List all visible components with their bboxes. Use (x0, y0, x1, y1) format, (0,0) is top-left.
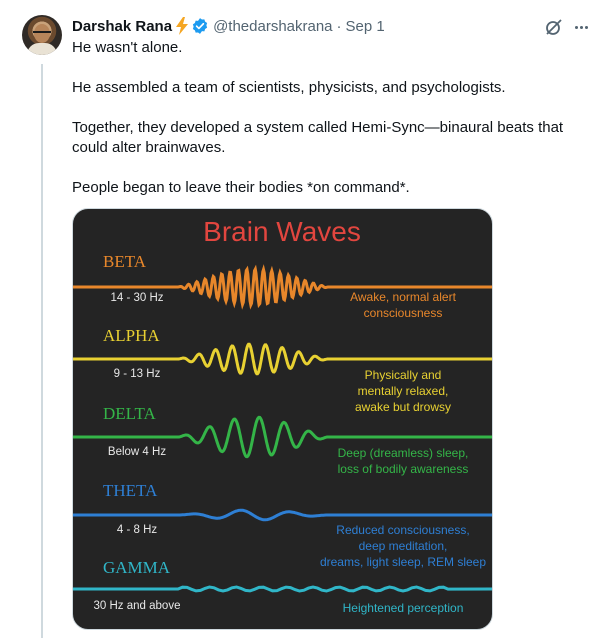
wave-name-alpha: ALPHA (103, 326, 160, 345)
wave-theta (73, 508, 492, 522)
wave-freq-alpha: 9 - 13 Hz (114, 368, 161, 380)
wave-desc-alpha: Physically and (365, 368, 442, 382)
wave-freq-delta: Below 4 Hz (108, 446, 166, 458)
wave-name-beta: BETA (103, 252, 147, 271)
wave-desc-beta: consciousness (364, 306, 443, 320)
tweet-text-line-1: He wasn't alone. (72, 39, 183, 56)
wave-desc-delta: Deep (dreamless) sleep, (338, 446, 469, 460)
grok-icon[interactable] (544, 17, 564, 37)
wave-desc-theta: deep meditation, (359, 539, 448, 553)
author-handle[interactable]: @thedarshakrana (213, 18, 332, 35)
wave-freq-beta: 14 - 30 Hz (110, 292, 163, 304)
wave-desc-theta: Reduced consciousness, (336, 523, 469, 537)
wave-name-delta: DELTA (103, 404, 157, 423)
tweet-date[interactable]: Sep 1 (346, 18, 385, 35)
more-icon[interactable] (571, 17, 591, 37)
tweet-text-line-3: Together, they developed a system called… (72, 119, 564, 156)
wave-name-theta: THETA (103, 481, 158, 500)
tweet-text-line-2: He assembled a team of scientists, physi… (72, 79, 506, 96)
avatar-shirt (27, 43, 57, 55)
wave-desc-delta: loss of bodily awareness (338, 462, 469, 476)
infographic-title: Brain Waves (203, 216, 361, 247)
tweet-header: Darshak Rana @thedarshakrana · Sep 1 (72, 16, 385, 36)
wave-desc-beta: Awake, normal alert (350, 290, 456, 304)
author-name[interactable]: Darshak Rana (72, 18, 172, 35)
wave-desc-gamma: Heightened perception (343, 601, 464, 615)
wave-freq-theta: 4 - 8 Hz (117, 524, 158, 536)
wave-desc-alpha: mentally relaxed, (358, 384, 449, 398)
wave-name-gamma: GAMMA (103, 558, 171, 577)
wave-desc-theta: dreams, light sleep, REM sleep (320, 555, 486, 569)
lightning-emoji (175, 17, 189, 35)
brain-waves-infographic: Brain Waves BETA 14 - 30 Hz Awake, normal … (73, 216, 492, 615)
separator-dot: · (336, 17, 342, 35)
avatar-glasses (33, 31, 51, 37)
verified-badge-icon (191, 17, 209, 35)
wave-desc-alpha: awake but drowsy (355, 400, 451, 414)
wave-freq-gamma: 30 Hz and above (94, 600, 181, 612)
avatar[interactable] (22, 15, 62, 55)
thread-line (41, 64, 43, 638)
wave-gamma (73, 585, 492, 593)
tweet-image[interactable]: Brain Waves BETA 14 - 30 Hz Awake, normal … (72, 208, 493, 630)
tweet-text-line-4: People began to leave their bodies *on c… (72, 179, 410, 196)
